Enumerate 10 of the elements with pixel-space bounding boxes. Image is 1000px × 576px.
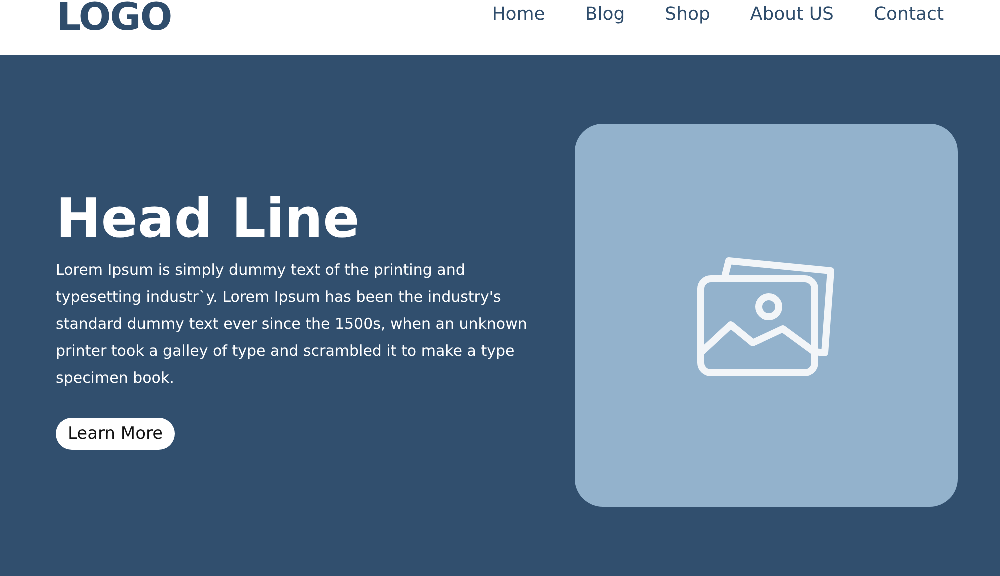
body-text: Lorem Ipsum is simply dummy text of the printing and typesetting industr`y. Lorem Ipsum has been the industry's standard dummy text ever since the 1500s, when an unknown printer took a galley of type and scrambled it to make a type specimen book. (56, 260, 528, 389)
headline: Head Line (56, 187, 360, 251)
nav-link[interactable]: Home (492, 4, 546, 26)
images-icon (696, 254, 836, 376)
nav-link[interactable]: Shop (665, 4, 710, 26)
learn-more-button[interactable]: Learn More (56, 418, 176, 450)
nav-link[interactable]: About US (750, 4, 834, 26)
nav-link[interactable]: Blog (585, 4, 626, 26)
nav-link[interactable]: Contact (874, 4, 944, 26)
logo: LOGO (57, 0, 172, 34)
